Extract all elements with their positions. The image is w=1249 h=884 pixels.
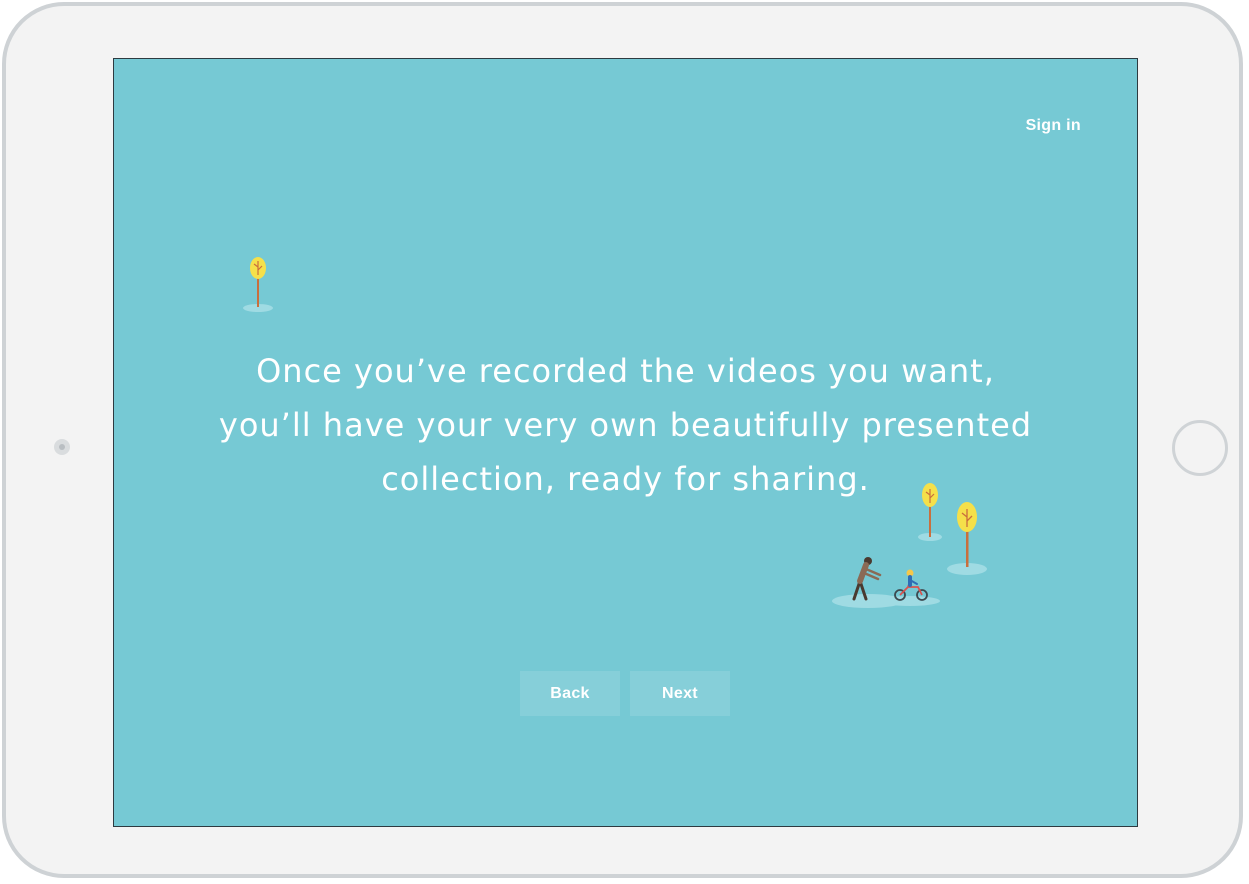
next-button[interactable]: Next <box>630 671 730 716</box>
home-button[interactable] <box>1172 420 1228 476</box>
app-screen: Sign in Once you’ve recorded the videos … <box>113 58 1138 827</box>
message-line: you’ll have your very own beautifully pr… <box>218 406 1033 444</box>
onboarding-navigation: Back Next <box>520 671 730 716</box>
camera-lens <box>54 439 70 455</box>
message-line: Once you’ve recorded the videos you want… <box>256 352 995 390</box>
sign-in-link[interactable]: Sign in <box>1026 117 1081 135</box>
back-button[interactable]: Back <box>520 671 620 716</box>
tree-illustration <box>243 257 273 312</box>
parent-child-bike-illustration <box>832 483 987 608</box>
